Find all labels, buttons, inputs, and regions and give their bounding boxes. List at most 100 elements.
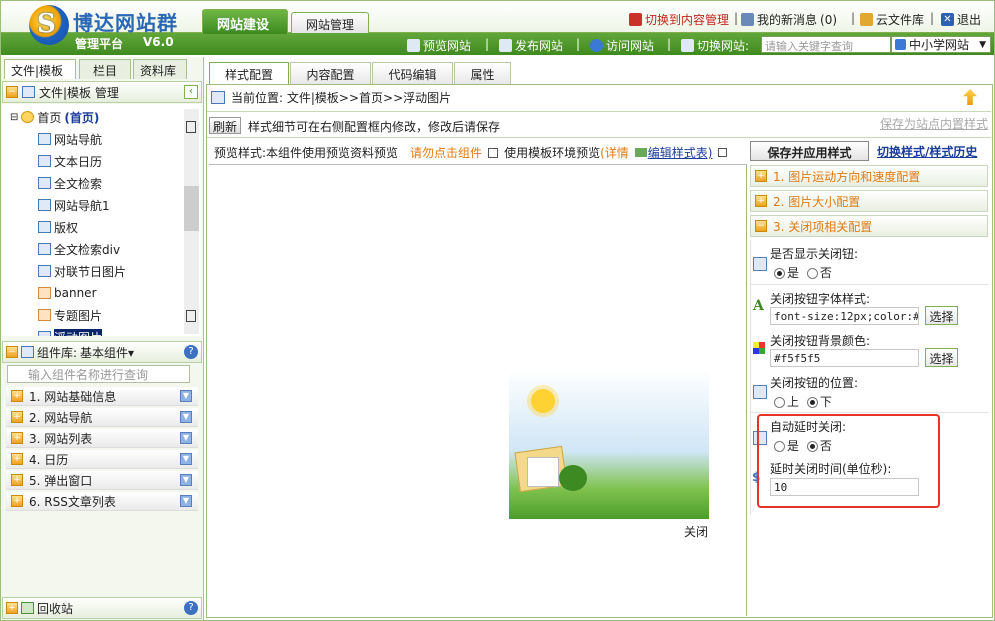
- tree-item[interactable]: 网站导航: [38, 129, 102, 149]
- recycle-bin-label: 回收站: [37, 601, 74, 616]
- tree-root-label: 首页: [37, 110, 62, 125]
- tree-item-label: 版权: [54, 220, 79, 235]
- floating-image[interactable]: [509, 369, 709, 519]
- checkbox-icon[interactable]: [718, 148, 728, 157]
- component-category[interactable]: +3. 网站列表 ▼: [6, 429, 198, 448]
- tab-site-build[interactable]: 网站建设: [202, 9, 288, 34]
- tree-item[interactable]: 文本日历: [38, 151, 102, 171]
- tab-site-manage[interactable]: 网站管理: [291, 12, 369, 33]
- download-icon[interactable]: ▼: [180, 495, 192, 507]
- site-search-input[interactable]: 请输入关键字查询: [761, 36, 891, 53]
- highlight-box: [757, 414, 940, 508]
- help-icon[interactable]: ?: [184, 345, 198, 359]
- download-icon[interactable]: ▼: [180, 432, 192, 444]
- tree-expand-icon: ⊟: [10, 111, 19, 123]
- site-icon: [895, 39, 906, 50]
- tab-column[interactable]: 栏目: [79, 59, 131, 79]
- expand-icon: +: [11, 411, 23, 423]
- details-link[interactable]: (详情: [600, 144, 629, 161]
- save-apply-button[interactable]: 保存并应用样式: [750, 141, 869, 161]
- refresh-button[interactable]: 刷新: [209, 117, 241, 134]
- component-category[interactable]: +1. 网站基础信息 ▼: [6, 387, 198, 406]
- float-close-link[interactable]: 关闭: [684, 523, 708, 540]
- list-icon: [753, 385, 767, 399]
- click-warning: 请勿点击组件: [410, 146, 483, 160]
- preview-site-link[interactable]: 预览网站: [407, 37, 471, 54]
- tree-item[interactable]: 全文检索: [38, 173, 102, 193]
- tree-item-label: 浮动图片: [54, 328, 103, 336]
- tree-item[interactable]: 对联节日图片: [38, 261, 126, 281]
- chevron-down-icon: ▼: [979, 39, 986, 50]
- messages-link[interactable]: 我的新消息 (0): [741, 11, 837, 28]
- tree-item[interactable]: 网站导航1: [38, 195, 110, 215]
- component-category[interactable]: +4. 日历 ▼: [6, 450, 198, 469]
- tree-root[interactable]: ⊟ 首页 (首页): [10, 107, 99, 127]
- divider: |: [485, 37, 490, 51]
- close-pos-up-radio[interactable]: [774, 397, 785, 408]
- tree-item[interactable]: 全文检索div: [38, 239, 120, 259]
- site-select[interactable]: 中小学网站 ▼: [891, 36, 991, 53]
- edit-css-link[interactable]: 编辑样式表): [648, 144, 713, 161]
- ie-icon: [590, 39, 603, 52]
- close-font-input[interactable]: font-size:12px;color:#333: [770, 307, 919, 325]
- collapse-icon[interactable]: −: [6, 86, 18, 98]
- tab-library[interactable]: 资料库: [133, 59, 187, 79]
- section-size[interactable]: + 2. 图片大小配置: [750, 190, 988, 212]
- checkbox-icon[interactable]: [186, 121, 196, 133]
- component-category[interactable]: +2. 网站导航 ▼: [6, 408, 198, 427]
- component-category[interactable]: +6. RSS文章列表 ▼: [6, 492, 198, 511]
- close-bg-input[interactable]: #f5f5f5: [770, 349, 919, 367]
- tree-scrollbar-thumb[interactable]: [184, 186, 199, 231]
- component-lib-select[interactable]: 基本组件▾: [80, 344, 134, 361]
- expand-icon[interactable]: +: [6, 602, 18, 614]
- tab-content-config[interactable]: 内容配置: [290, 62, 371, 84]
- tree-item[interactable]: 版权: [38, 217, 78, 237]
- tree-item[interactable]: 浮动图片: [38, 327, 103, 336]
- list-icon: [753, 257, 767, 271]
- close-bg-choose-button[interactable]: 选择: [925, 348, 958, 367]
- checkbox-icon[interactable]: [186, 310, 196, 322]
- download-icon[interactable]: ▼: [180, 390, 192, 402]
- component-category[interactable]: +5. 弹出窗口 ▼: [6, 471, 198, 490]
- download-icon[interactable]: ▼: [180, 453, 192, 465]
- show-close-no-radio[interactable]: [806, 268, 818, 279]
- download-icon[interactable]: ▼: [180, 474, 192, 486]
- section-motion[interactable]: + 1. 图片运动方向和速度配置: [750, 165, 988, 187]
- switch-content-link[interactable]: 切换到内容管理: [629, 11, 729, 28]
- use-env-checkbox[interactable]: [488, 147, 499, 158]
- tree-item-label: banner: [54, 286, 97, 300]
- component-search-input[interactable]: 输入组件名称进行查询: [7, 365, 190, 383]
- collapse-icon[interactable]: −: [6, 346, 18, 358]
- close-bg-label: 关闭按钮背景颜色:: [770, 334, 871, 348]
- close-pos-down-radio[interactable]: [806, 397, 818, 408]
- preview-site-label: 预览网站: [423, 39, 472, 53]
- breadcrumb: 当前位置: 文件|模板>>首页>>浮动图片: [211, 89, 451, 106]
- style-history-link[interactable]: 切换样式/样式历史: [877, 143, 977, 160]
- show-close-yes-radio[interactable]: [774, 268, 785, 279]
- logout-link[interactable]: ✕ 退出: [941, 11, 981, 28]
- divider: [751, 412, 988, 413]
- tree-root-suffix: (首页): [64, 110, 100, 125]
- cloud-files-link[interactable]: 云文件库: [860, 11, 924, 28]
- stylesheet-icon: [634, 148, 647, 157]
- tab-style-config[interactable]: 样式配置: [209, 62, 289, 84]
- tab-file-template[interactable]: 文件|模板: [4, 59, 76, 79]
- collapse-left-icon[interactable]: ‹: [184, 85, 198, 99]
- tab-code-edit[interactable]: 代码编辑: [372, 62, 453, 84]
- component-icon: [38, 287, 51, 299]
- save-site-style-link[interactable]: 保存为站点内置样式: [880, 115, 988, 132]
- component-icon: [38, 331, 51, 336]
- section-close[interactable]: − 3. 关闭项相关配置: [750, 215, 988, 237]
- close-font-choose-button[interactable]: 选择: [925, 306, 958, 325]
- help-icon[interactable]: ?: [184, 601, 198, 615]
- download-icon[interactable]: ▼: [180, 411, 192, 423]
- tab-properties[interactable]: 属性: [454, 62, 511, 84]
- tree-item-label: 对联节日图片: [54, 264, 127, 279]
- expand-icon: +: [11, 390, 23, 402]
- publish-site-link[interactable]: 发布网站: [499, 37, 563, 54]
- visit-site-link[interactable]: 访问网站: [590, 37, 654, 54]
- preview-icon: [407, 39, 420, 52]
- tree-item[interactable]: banner: [38, 283, 97, 303]
- tree-item[interactable]: 专题图片: [38, 305, 102, 325]
- recycle-bin-header[interactable]: + 回收站 ?: [2, 597, 202, 619]
